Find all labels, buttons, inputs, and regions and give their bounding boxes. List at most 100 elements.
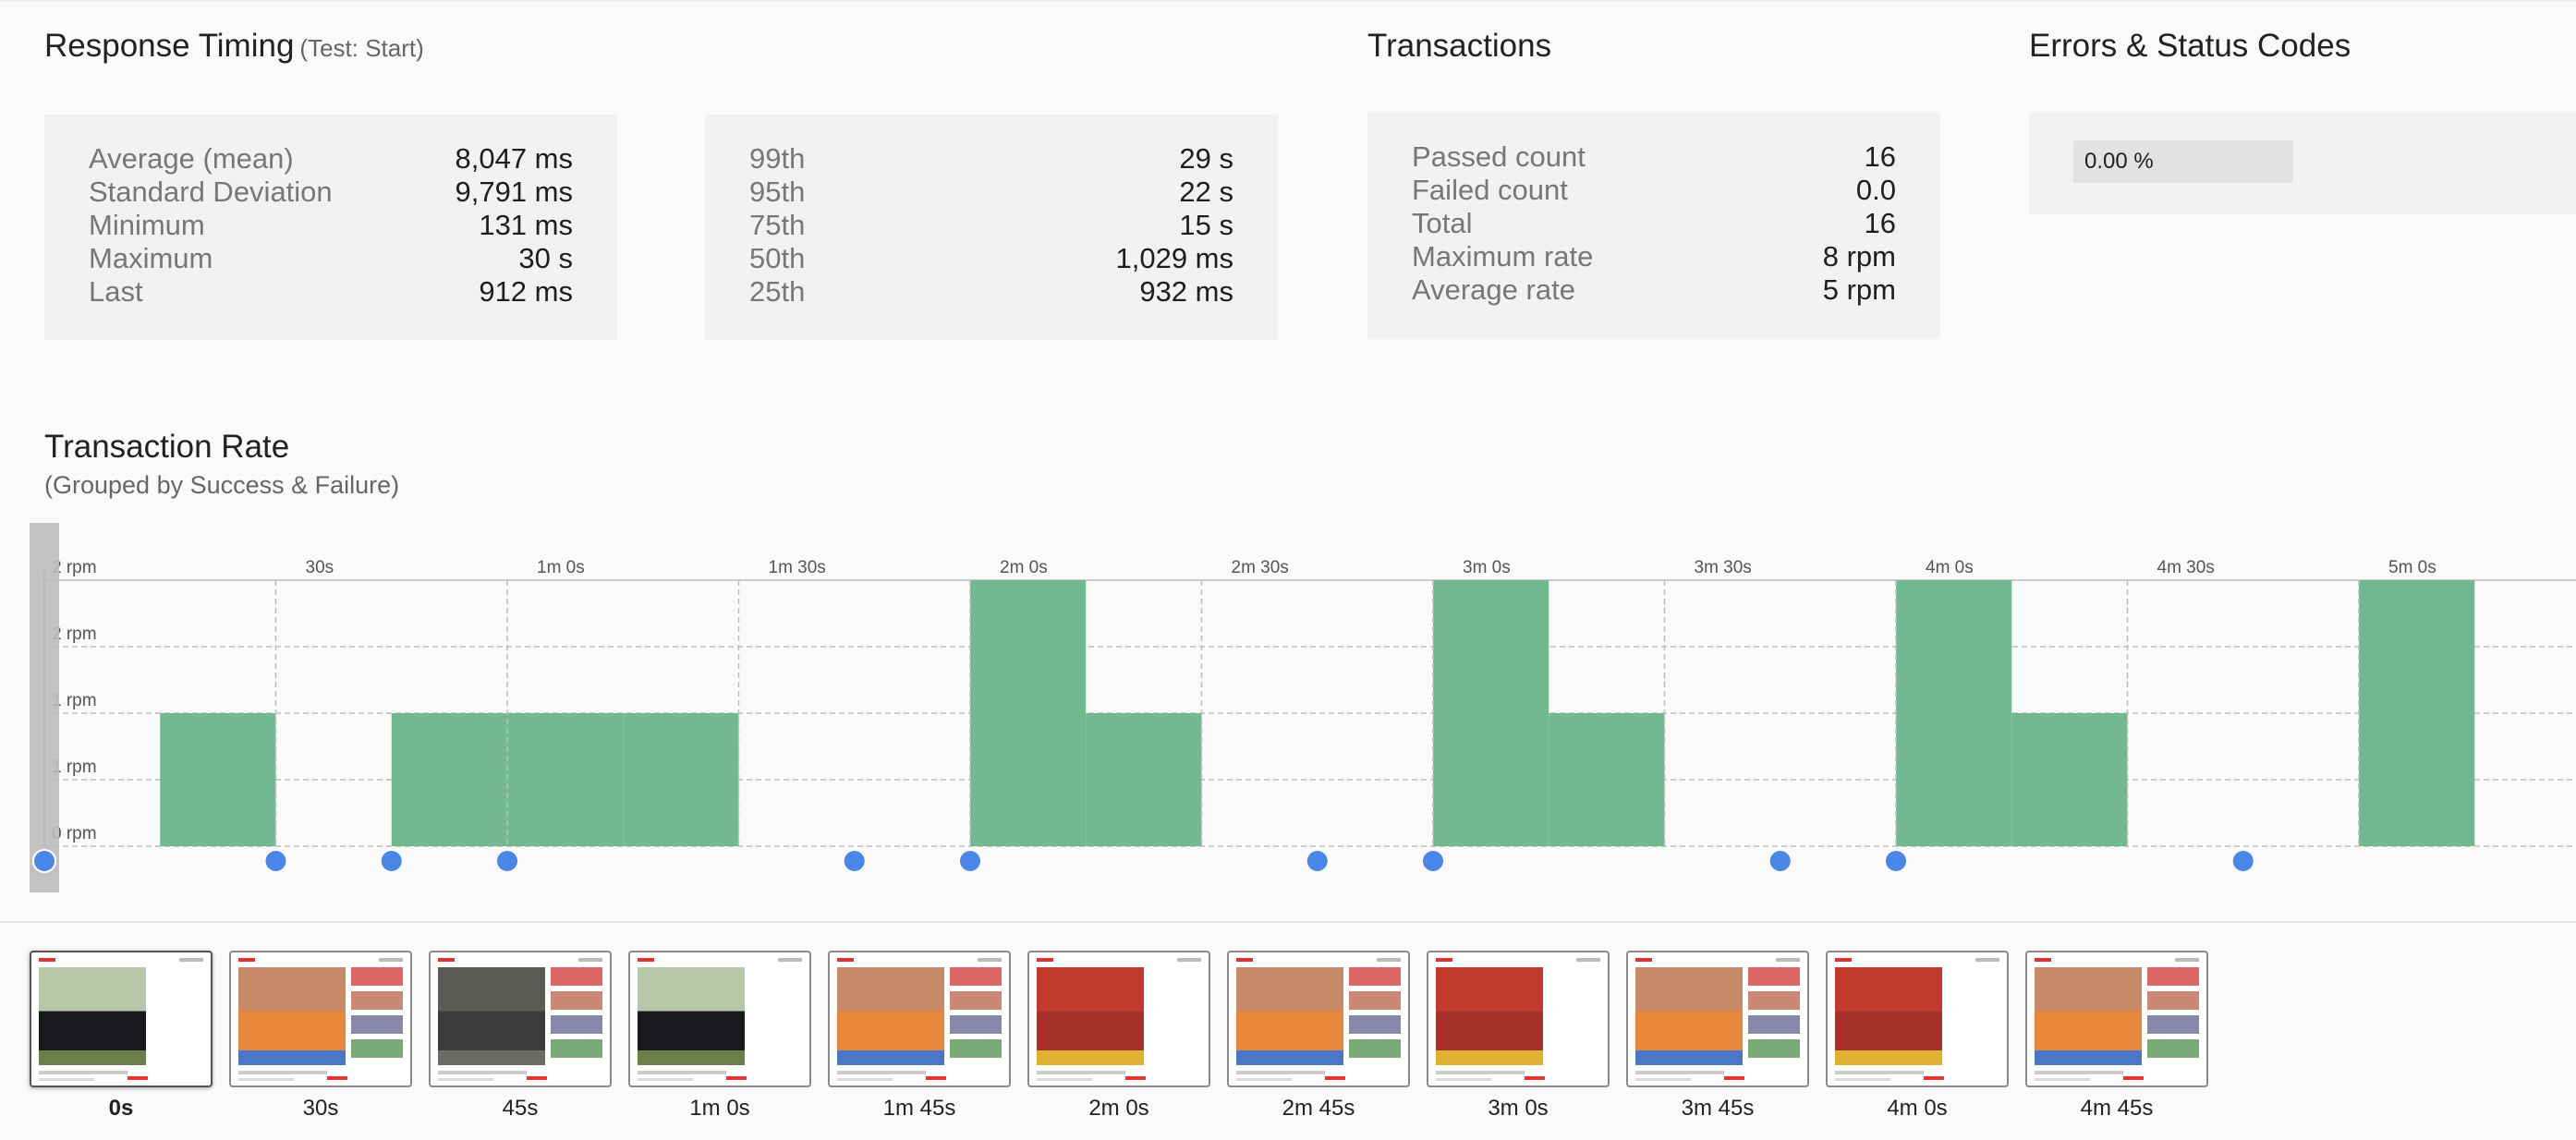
event-marker[interactable] — [1423, 851, 1443, 871]
filmstrip-frame[interactable] — [1027, 951, 1210, 1087]
bar[interactable] — [623, 713, 739, 846]
video-meta-placeholder — [1037, 1078, 1092, 1081]
site-logo-icon — [39, 958, 55, 962]
transactions-label: Average rate — [1412, 273, 1575, 306]
x-tick-label: 2m 30s — [1232, 558, 1289, 577]
event-marker[interactable] — [265, 851, 286, 871]
header-icons — [1377, 958, 1401, 962]
bar[interactable] — [160, 713, 276, 846]
transactions-label: Total — [1412, 207, 1473, 239]
filmstrip-frame[interactable] — [429, 951, 612, 1087]
subscribe-button-placeholder — [327, 1076, 347, 1080]
filmstrip-frame[interactable] — [1826, 951, 2009, 1087]
stat-label: Last — [89, 275, 143, 308]
percentile-value: 1,029 ms — [1115, 242, 1233, 274]
subscribe-button-placeholder — [1325, 1076, 1345, 1080]
percentile-row-50: 50th 1,029 ms — [749, 242, 1233, 275]
filmstrip-frame-label: 4m 45s — [2080, 1096, 2154, 1121]
bar[interactable] — [1086, 713, 1202, 846]
bar[interactable] — [391, 713, 507, 846]
event-marker[interactable] — [1306, 851, 1328, 871]
related-videos — [1349, 967, 1401, 1084]
event-marker[interactable] — [381, 851, 402, 871]
related-videos — [351, 967, 403, 1084]
bar[interactable] — [1549, 713, 1665, 846]
bar[interactable] — [970, 580, 1087, 846]
stat-row-average: Average (mean) 8,047 ms — [89, 142, 573, 176]
bar[interactable] — [507, 713, 624, 846]
event-marker[interactable] — [497, 851, 517, 871]
header-icons — [778, 958, 802, 962]
site-logo-icon — [438, 958, 455, 962]
transaction-rate-chart[interactable]: 30s 1m 0s 1m 30s 2m 0s 2m 30s 3m 0s 3m 30s 4m 0… — [0, 517, 2576, 905]
transactions-value: 16 — [1864, 207, 1896, 239]
filmstrip-frame[interactable] — [229, 951, 412, 1087]
filmstrip-frame[interactable] — [30, 951, 213, 1087]
video-meta-placeholder — [1236, 1078, 1292, 1081]
filmstrip-frame[interactable] — [1427, 951, 1610, 1087]
video-title-placeholder — [238, 1071, 327, 1074]
video-frame — [638, 967, 745, 1065]
transactions-label: Failed count — [1412, 174, 1568, 206]
percentile-label: 25th — [749, 275, 806, 308]
subscribe-button-placeholder — [1724, 1076, 1744, 1080]
subscribe-button-placeholder — [726, 1076, 747, 1080]
event-marker[interactable] — [1886, 851, 1906, 871]
event-marker[interactable] — [1769, 851, 1791, 871]
percentile-value: 15 s — [1179, 209, 1233, 241]
transactions-title: Transactions — [1367, 28, 1552, 64]
transactions-label: Maximum rate — [1412, 240, 1594, 273]
stat-label: Minimum — [89, 209, 205, 241]
filmstrip-frame[interactable] — [1626, 951, 1809, 1087]
percentile-row-95: 95th 22 s — [749, 176, 1233, 209]
event-marker[interactable] — [2232, 851, 2254, 871]
video-frame — [438, 967, 545, 1065]
video-meta-placeholder — [1436, 1078, 1491, 1081]
video-meta-placeholder — [638, 1078, 693, 1081]
header-icons — [1576, 958, 1600, 962]
video-frame — [837, 967, 944, 1065]
percentile-label: 50th — [749, 242, 806, 274]
header-icons — [578, 958, 602, 962]
stat-value: 8,047 ms — [455, 142, 573, 175]
bar[interactable] — [1896, 580, 2012, 846]
related-videos — [2147, 967, 2199, 1084]
transactions-value: 5 rpm — [1822, 273, 1896, 306]
percentile-row-99: 99th 29 s — [749, 142, 1233, 176]
filmstrip-frame-label: 45s — [502, 1096, 539, 1121]
filmstrip-frame[interactable] — [628, 951, 811, 1087]
response-timing-subtitle: (Test: Start) — [299, 34, 424, 62]
video-title-placeholder — [1835, 1071, 1924, 1074]
filmstrip-frame-label: 3m 0s — [1488, 1096, 1549, 1121]
stat-row-minimum: Minimum 131 ms — [89, 209, 573, 242]
video-frame — [1436, 967, 1543, 1065]
bar[interactable] — [1433, 580, 1549, 846]
bar[interactable] — [2359, 580, 2475, 846]
video-meta-placeholder — [1635, 1078, 1691, 1081]
percentile-value: 932 ms — [1139, 275, 1233, 308]
filmstrip-frame[interactable] — [828, 951, 1011, 1087]
filmstrip-frame[interactable] — [1227, 951, 1410, 1087]
x-tick-label: 30s — [306, 558, 334, 577]
percentile-row-75: 75th 15 s — [749, 209, 1233, 242]
bar[interactable] — [2011, 713, 2128, 846]
video-meta-placeholder — [238, 1078, 294, 1081]
percentile-value: 29 s — [1179, 142, 1233, 175]
video-title-placeholder — [1236, 1071, 1325, 1074]
time-cursor[interactable] — [30, 523, 59, 892]
video-frame — [2035, 967, 2142, 1065]
stat-row-std-dev: Standard Deviation 9,791 ms — [89, 176, 573, 209]
event-marker[interactable] — [32, 849, 56, 873]
transactions-row-avg-rate: Average rate 5 rpm — [1412, 273, 1896, 307]
filmstrip-frame[interactable] — [2025, 951, 2208, 1087]
filmstrip-frame-label: 3m 45s — [1681, 1096, 1755, 1121]
x-tick-label: 1m 30s — [769, 558, 826, 577]
site-logo-icon — [638, 958, 654, 962]
site-logo-icon — [2035, 958, 2051, 962]
site-logo-icon — [1835, 958, 1852, 962]
event-marker[interactable] — [844, 851, 865, 871]
site-logo-icon — [1635, 958, 1652, 962]
event-marker[interactable] — [960, 851, 980, 871]
response-timing-title: Response Timing (Test: Start) — [44, 28, 424, 64]
filmstrip-frame-label: 1m 0s — [689, 1096, 750, 1121]
